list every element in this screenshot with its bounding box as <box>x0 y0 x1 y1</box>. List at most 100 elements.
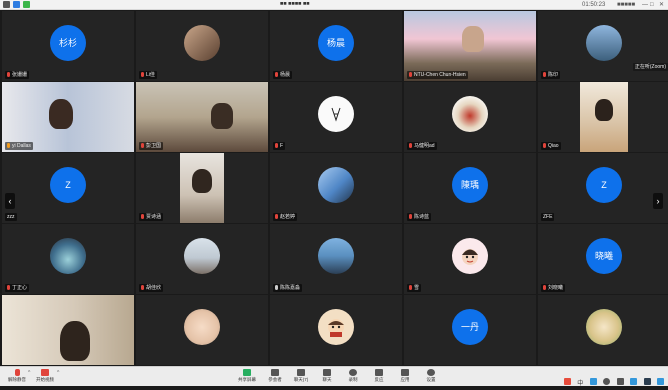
settings-button[interactable]: 设置 <box>418 369 444 386</box>
next-page-button[interactable]: › <box>653 193 663 209</box>
avatar: 陳瑀 <box>452 166 488 203</box>
grid-icon[interactable] <box>657 378 664 385</box>
nameplate: zzz <box>5 213 17 221</box>
signal-icon[interactable] <box>23 1 30 8</box>
reactions-button[interactable]: 反应 <box>366 369 392 386</box>
participant-name: NTU-Chen Chun-Hsien <box>414 72 466 78</box>
keyboard-icon[interactable] <box>630 378 638 385</box>
nameplate: 刘晓曦 <box>541 284 566 292</box>
participant-tile[interactable]: 一丹 <box>404 295 536 365</box>
ime-language[interactable]: 中 <box>577 381 583 387</box>
person-head <box>49 98 74 129</box>
chevron-up-icon[interactable]: ^ <box>28 370 30 376</box>
person-head <box>210 102 233 129</box>
info-icon[interactable] <box>3 1 10 8</box>
minimize-button[interactable]: — <box>642 1 648 9</box>
participant-tile[interactable]: Z zzz <box>2 153 134 223</box>
apps-icon <box>401 369 409 376</box>
participant-tile[interactable]: 陈陈嘉淼 <box>270 224 402 294</box>
person-head <box>595 99 613 121</box>
chat-icon <box>297 369 305 376</box>
timer: 01:50:23 <box>582 2 606 8</box>
record-button[interactable]: 录制 <box>340 369 366 386</box>
nameplate: 赵若婷 <box>273 213 298 221</box>
avatar <box>586 24 622 61</box>
chat-7-button[interactable]: 聊天(7) <box>288 369 314 386</box>
participant-tile[interactable]: 雪 <box>404 224 536 294</box>
participant-tile[interactable]: Z ZFE <box>538 153 668 223</box>
participant-tile[interactable]: 胡佳欣 <box>136 224 268 294</box>
participant-name: 陈陈嘉淼 <box>280 285 301 291</box>
nameplate: 彭卫国 <box>139 142 164 150</box>
participant-tile[interactable]: NTU-Chen Chun-Hsien <box>404 11 536 81</box>
participant-tile[interactable]: 马健明ad <box>404 82 536 152</box>
shield-icon[interactable] <box>13 1 20 8</box>
participant-tile[interactable]: Qiao <box>538 82 668 152</box>
participant-tile[interactable] <box>538 295 668 365</box>
view-label[interactable]: ■■■■■ <box>617 1 635 9</box>
dot-icon[interactable] <box>603 378 611 385</box>
participant-name: 张姗姗 <box>12 72 28 78</box>
avatar: 杉杉 <box>50 24 86 61</box>
mic-muted-icon <box>543 143 546 148</box>
maximize-button[interactable]: □ <box>650 1 654 9</box>
nameplate: F <box>273 142 286 150</box>
nameplate: 张姗姗 <box>5 71 30 79</box>
mic-icon <box>14 369 20 376</box>
nameplate: yi Dallas <box>5 142 33 150</box>
participant-tile[interactable]: 杉杉 张姗姗 <box>2 11 134 81</box>
participant-tile[interactable]: Li佳 <box>136 11 268 81</box>
meeting-title: ■■ ■■■■ ■■ <box>280 1 310 7</box>
participant-tile[interactable] <box>2 295 134 365</box>
participant-name: ZFE <box>543 214 553 220</box>
participant-tile[interactable]: 陈印 正在听(Zoom) <box>538 11 668 81</box>
participant-name: 贾诗涵 <box>146 214 162 220</box>
avatar: 晓曦 <box>586 237 622 274</box>
record-icon <box>349 369 357 376</box>
participant-tile[interactable]: 丁正心 <box>2 224 134 294</box>
nameplate: 马健明ad <box>407 142 437 150</box>
participant-tile[interactable]: F <box>270 82 402 152</box>
participant-tile[interactable]: 赵若婷 <box>270 153 402 223</box>
avatar <box>318 308 354 345</box>
apps-button[interactable]: 应用 <box>392 369 418 386</box>
avatar: 一丹 <box>452 308 488 345</box>
share-screen-button[interactable]: 共享屏幕 <box>234 369 260 386</box>
unmute-button[interactable]: 解除静音 <box>4 369 30 386</box>
participant-tile[interactable]: 晓曦 刘晓曦 <box>538 224 668 294</box>
participant-tile[interactable]: yi Dallas <box>2 82 134 152</box>
status-badge: 正在听(Zoom) <box>632 63 668 71</box>
participant-tile[interactable]: 贾诗涵 <box>136 153 268 223</box>
avatar <box>452 95 488 132</box>
participant-tile[interactable]: 杨晨 杨晨 <box>270 11 402 81</box>
close-button[interactable]: ✕ <box>659 1 664 9</box>
mic-muted-icon <box>409 72 412 77</box>
chevron-up-icon[interactable]: ^ <box>57 370 59 376</box>
sougou-icon[interactable] <box>563 378 571 385</box>
nameplate: 杨晨 <box>273 71 293 79</box>
video-icon <box>41 369 49 376</box>
reaction-icon <box>375 369 383 376</box>
avatar <box>586 308 622 345</box>
start-video-button[interactable]: 开始视频 <box>32 369 58 386</box>
avatar <box>318 166 354 203</box>
mic-muted-icon <box>275 72 278 77</box>
moon-icon[interactable] <box>589 378 597 385</box>
title-bar: ■■ ■■■■ ■■ 01:50:23 ■■■■■ — □ ✕ <box>0 0 668 10</box>
mic-muted-icon <box>543 285 546 290</box>
prev-page-button[interactable]: ‹ <box>5 193 15 209</box>
mic-muted-icon <box>409 143 412 148</box>
avatar <box>184 308 220 345</box>
participant-tile[interactable]: 陳瑀 陈诗蓝 <box>404 153 536 223</box>
participant-tile[interactable] <box>270 295 402 365</box>
chat-bubble-icon <box>323 369 331 376</box>
chat-button[interactable]: 聊天 <box>314 369 340 386</box>
participant-tile[interactable] <box>136 295 268 365</box>
mic-muted-icon <box>141 72 144 77</box>
participant-tile[interactable]: 彭卫国 <box>136 82 268 152</box>
avatar: Z <box>586 166 622 203</box>
participant-name: Qiao <box>548 143 559 149</box>
mic-small-icon[interactable] <box>616 378 624 385</box>
shirt-icon[interactable] <box>643 378 651 385</box>
participants-button[interactable]: 参会者 <box>262 369 288 386</box>
